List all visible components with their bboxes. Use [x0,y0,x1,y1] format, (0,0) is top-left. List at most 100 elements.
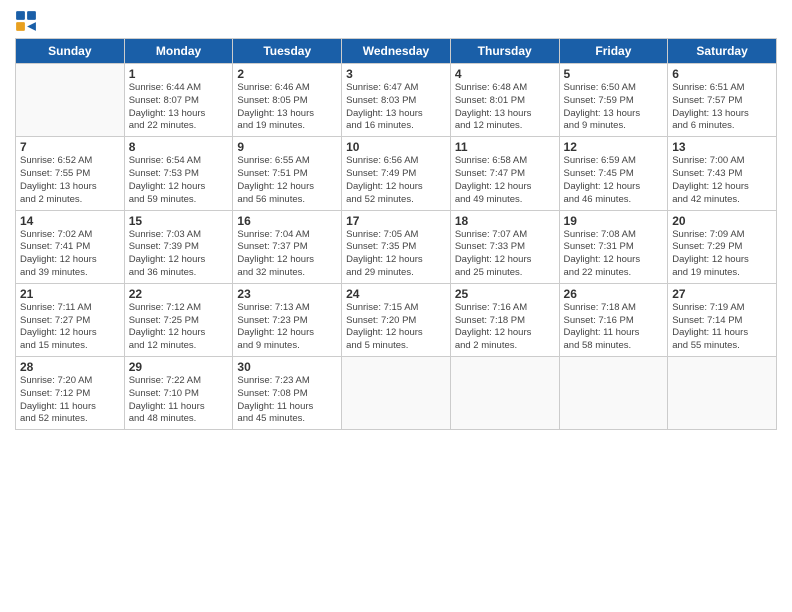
day-info: Sunrise: 6:58 AM Sunset: 7:47 PM Dayligh… [455,155,555,206]
day-info: Sunrise: 7:09 AM Sunset: 7:29 PM Dayligh… [672,229,772,280]
calendar-cell [559,357,668,430]
calendar-cell: 25Sunrise: 7:16 AM Sunset: 7:18 PM Dayli… [450,283,559,356]
calendar-cell: 21Sunrise: 7:11 AM Sunset: 7:27 PM Dayli… [16,283,125,356]
day-number: 27 [672,287,772,301]
logo-icon [15,10,37,32]
day-info: Sunrise: 7:19 AM Sunset: 7:14 PM Dayligh… [672,302,772,353]
calendar-cell: 16Sunrise: 7:04 AM Sunset: 7:37 PM Dayli… [233,210,342,283]
weekday-header-wednesday: Wednesday [342,39,451,64]
day-info: Sunrise: 7:12 AM Sunset: 7:25 PM Dayligh… [129,302,229,353]
day-info: Sunrise: 6:56 AM Sunset: 7:49 PM Dayligh… [346,155,446,206]
calendar-cell: 8Sunrise: 6:54 AM Sunset: 7:53 PM Daylig… [124,137,233,210]
day-info: Sunrise: 7:22 AM Sunset: 7:10 PM Dayligh… [129,375,229,426]
day-info: Sunrise: 7:04 AM Sunset: 7:37 PM Dayligh… [237,229,337,280]
day-number: 28 [20,360,120,374]
calendar-cell: 6Sunrise: 6:51 AM Sunset: 7:57 PM Daylig… [668,64,777,137]
calendar-cell: 9Sunrise: 6:55 AM Sunset: 7:51 PM Daylig… [233,137,342,210]
calendar-cell: 20Sunrise: 7:09 AM Sunset: 7:29 PM Dayli… [668,210,777,283]
day-info: Sunrise: 7:11 AM Sunset: 7:27 PM Dayligh… [20,302,120,353]
day-info: Sunrise: 6:44 AM Sunset: 8:07 PM Dayligh… [129,82,229,133]
day-info: Sunrise: 6:48 AM Sunset: 8:01 PM Dayligh… [455,82,555,133]
weekday-header-sunday: Sunday [16,39,125,64]
day-number: 29 [129,360,229,374]
day-info: Sunrise: 6:47 AM Sunset: 8:03 PM Dayligh… [346,82,446,133]
day-info: Sunrise: 6:51 AM Sunset: 7:57 PM Dayligh… [672,82,772,133]
day-number: 25 [455,287,555,301]
day-info: Sunrise: 7:00 AM Sunset: 7:43 PM Dayligh… [672,155,772,206]
calendar-cell: 10Sunrise: 6:56 AM Sunset: 7:49 PM Dayli… [342,137,451,210]
day-number: 18 [455,214,555,228]
day-info: Sunrise: 7:05 AM Sunset: 7:35 PM Dayligh… [346,229,446,280]
day-info: Sunrise: 7:20 AM Sunset: 7:12 PM Dayligh… [20,375,120,426]
calendar-cell: 29Sunrise: 7:22 AM Sunset: 7:10 PM Dayli… [124,357,233,430]
day-number: 16 [237,214,337,228]
weekday-header-saturday: Saturday [668,39,777,64]
calendar-cell: 26Sunrise: 7:18 AM Sunset: 7:16 PM Dayli… [559,283,668,356]
calendar-cell [450,357,559,430]
day-number: 8 [129,140,229,154]
day-info: Sunrise: 6:50 AM Sunset: 7:59 PM Dayligh… [564,82,664,133]
page-container: SundayMondayTuesdayWednesdayThursdayFrid… [0,0,792,440]
calendar-cell: 28Sunrise: 7:20 AM Sunset: 7:12 PM Dayli… [16,357,125,430]
calendar-cell: 2Sunrise: 6:46 AM Sunset: 8:05 PM Daylig… [233,64,342,137]
day-number: 12 [564,140,664,154]
calendar-cell: 27Sunrise: 7:19 AM Sunset: 7:14 PM Dayli… [668,283,777,356]
calendar-cell: 11Sunrise: 6:58 AM Sunset: 7:47 PM Dayli… [450,137,559,210]
calendar-cell: 3Sunrise: 6:47 AM Sunset: 8:03 PM Daylig… [342,64,451,137]
day-number: 10 [346,140,446,154]
calendar-cell: 19Sunrise: 7:08 AM Sunset: 7:31 PM Dayli… [559,210,668,283]
calendar-cell: 23Sunrise: 7:13 AM Sunset: 7:23 PM Dayli… [233,283,342,356]
day-number: 11 [455,140,555,154]
calendar-cell: 30Sunrise: 7:23 AM Sunset: 7:08 PM Dayli… [233,357,342,430]
calendar-table: SundayMondayTuesdayWednesdayThursdayFrid… [15,38,777,430]
day-info: Sunrise: 6:52 AM Sunset: 7:55 PM Dayligh… [20,155,120,206]
day-info: Sunrise: 6:59 AM Sunset: 7:45 PM Dayligh… [564,155,664,206]
calendar-cell: 17Sunrise: 7:05 AM Sunset: 7:35 PM Dayli… [342,210,451,283]
day-number: 23 [237,287,337,301]
day-number: 21 [20,287,120,301]
calendar-cell: 5Sunrise: 6:50 AM Sunset: 7:59 PM Daylig… [559,64,668,137]
calendar-cell: 24Sunrise: 7:15 AM Sunset: 7:20 PM Dayli… [342,283,451,356]
day-number: 15 [129,214,229,228]
week-row-3: 14Sunrise: 7:02 AM Sunset: 7:41 PM Dayli… [16,210,777,283]
day-number: 26 [564,287,664,301]
calendar-cell: 12Sunrise: 6:59 AM Sunset: 7:45 PM Dayli… [559,137,668,210]
day-info: Sunrise: 7:02 AM Sunset: 7:41 PM Dayligh… [20,229,120,280]
day-info: Sunrise: 7:03 AM Sunset: 7:39 PM Dayligh… [129,229,229,280]
calendar-cell [16,64,125,137]
day-number: 30 [237,360,337,374]
day-number: 19 [564,214,664,228]
week-row-1: 1Sunrise: 6:44 AM Sunset: 8:07 PM Daylig… [16,64,777,137]
day-number: 1 [129,67,229,81]
calendar-cell: 1Sunrise: 6:44 AM Sunset: 8:07 PM Daylig… [124,64,233,137]
day-info: Sunrise: 7:13 AM Sunset: 7:23 PM Dayligh… [237,302,337,353]
day-number: 24 [346,287,446,301]
day-info: Sunrise: 7:07 AM Sunset: 7:33 PM Dayligh… [455,229,555,280]
day-info: Sunrise: 6:54 AM Sunset: 7:53 PM Dayligh… [129,155,229,206]
calendar-cell [668,357,777,430]
day-info: Sunrise: 7:23 AM Sunset: 7:08 PM Dayligh… [237,375,337,426]
day-number: 22 [129,287,229,301]
logo [15,10,39,32]
calendar-cell: 15Sunrise: 7:03 AM Sunset: 7:39 PM Dayli… [124,210,233,283]
day-number: 7 [20,140,120,154]
header [15,10,777,32]
day-number: 4 [455,67,555,81]
weekday-header-tuesday: Tuesday [233,39,342,64]
calendar-cell [342,357,451,430]
weekday-header-row: SundayMondayTuesdayWednesdayThursdayFrid… [16,39,777,64]
weekday-header-thursday: Thursday [450,39,559,64]
day-info: Sunrise: 6:46 AM Sunset: 8:05 PM Dayligh… [237,82,337,133]
week-row-5: 28Sunrise: 7:20 AM Sunset: 7:12 PM Dayli… [16,357,777,430]
day-number: 9 [237,140,337,154]
day-info: Sunrise: 7:16 AM Sunset: 7:18 PM Dayligh… [455,302,555,353]
day-number: 20 [672,214,772,228]
day-number: 3 [346,67,446,81]
day-info: Sunrise: 7:18 AM Sunset: 7:16 PM Dayligh… [564,302,664,353]
week-row-4: 21Sunrise: 7:11 AM Sunset: 7:27 PM Dayli… [16,283,777,356]
day-number: 6 [672,67,772,81]
day-number: 14 [20,214,120,228]
day-info: Sunrise: 6:55 AM Sunset: 7:51 PM Dayligh… [237,155,337,206]
day-number: 2 [237,67,337,81]
day-info: Sunrise: 7:08 AM Sunset: 7:31 PM Dayligh… [564,229,664,280]
